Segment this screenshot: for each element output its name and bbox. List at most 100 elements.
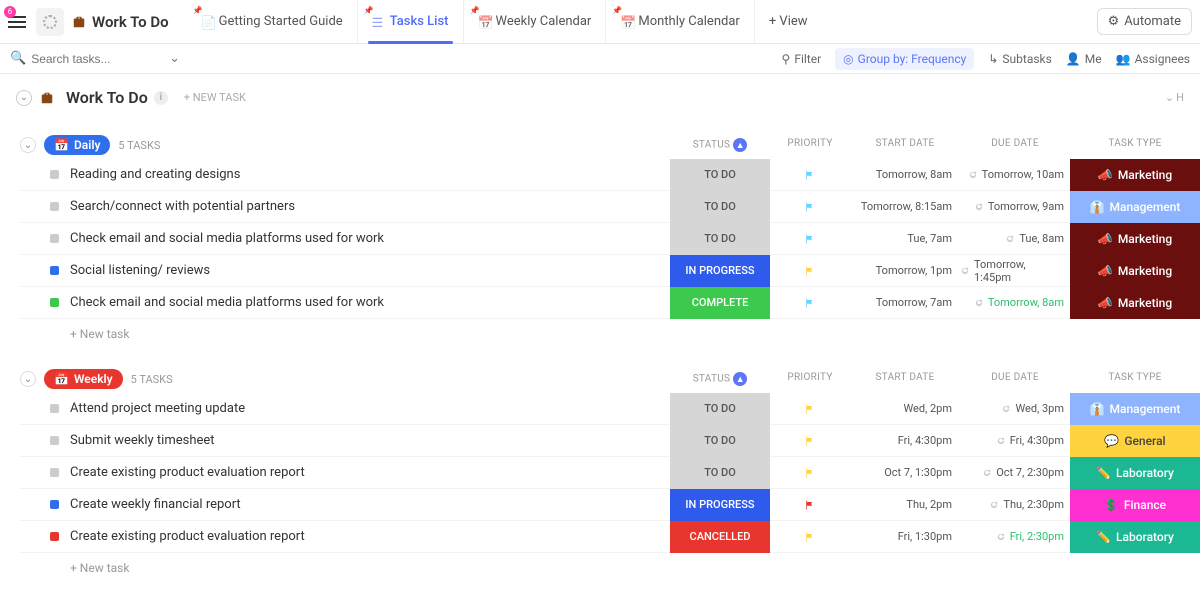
task-name[interactable]: Submit weekly timesheet	[70, 433, 670, 448]
status-pill[interactable]: CANCELLED	[670, 521, 770, 553]
task-type-pill[interactable]: 📣Marketing	[1070, 255, 1200, 287]
task-row[interactable]: Social listening/ reviewsIN PROGRESS Tomo…	[20, 255, 1200, 287]
task-type-pill[interactable]: 👔Management	[1070, 393, 1200, 425]
view-tab-getting-started-guide[interactable]: 📌📄Getting Started Guide	[187, 0, 358, 44]
start-date[interactable]: Tomorrow, 8am	[850, 168, 960, 181]
due-date[interactable]: Fri, 4:30pm	[960, 434, 1070, 447]
hide-columns-button[interactable]: ⌄ H	[1165, 91, 1184, 104]
search-box[interactable]: 🔍 ⌄	[10, 51, 180, 66]
task-name[interactable]: Check email and social media platforms u…	[70, 231, 670, 246]
due-date[interactable]: Oct 7, 2:30pm	[960, 466, 1070, 479]
task-row[interactable]: Attend project meeting updateTO DO Wed, 2…	[20, 393, 1200, 425]
status-pill[interactable]: TO DO	[670, 457, 770, 489]
task-type-pill[interactable]: ✏️Laboratory	[1070, 457, 1200, 489]
group-label[interactable]: 📅Daily	[44, 135, 110, 155]
due-date[interactable]: Wed, 3pm	[960, 402, 1070, 415]
due-date[interactable]: Tomorrow, 10am	[960, 168, 1070, 181]
task-name[interactable]: Create weekly financial report	[70, 497, 670, 512]
task-type-pill[interactable]: 👔Management	[1070, 191, 1200, 223]
new-task-row[interactable]: + New task	[20, 553, 1200, 575]
automate-button[interactable]: ⚙ Automate	[1097, 8, 1192, 35]
priority-cell[interactable]	[770, 467, 850, 479]
task-row[interactable]: Create existing product evaluation repor…	[20, 457, 1200, 489]
new-task-row[interactable]: + New task	[20, 319, 1200, 341]
status-pill[interactable]: TO DO	[670, 425, 770, 457]
task-name[interactable]: Attend project meeting update	[70, 401, 670, 416]
start-date[interactable]: Wed, 2pm	[850, 402, 960, 415]
due-date[interactable]: Thu, 2:30pm	[960, 498, 1070, 511]
priority-cell[interactable]	[770, 169, 850, 181]
priority-cell[interactable]	[770, 201, 850, 213]
due-date[interactable]: Tue, 8am	[960, 232, 1070, 245]
priority-cell[interactable]	[770, 499, 850, 511]
start-date[interactable]: Fri, 4:30pm	[850, 434, 960, 447]
chevron-down-icon[interactable]: ⌄	[169, 51, 180, 66]
start-date[interactable]: Tomorrow, 8:15am	[850, 200, 960, 213]
col-start[interactable]: START DATE	[850, 372, 960, 386]
status-pill[interactable]: TO DO	[670, 393, 770, 425]
add-view-button[interactable]: + View	[755, 0, 822, 44]
task-row[interactable]: Reading and creating designsTO DOTomorro…	[20, 159, 1200, 191]
task-name[interactable]: Create existing product evaluation repor…	[70, 529, 670, 544]
task-name[interactable]: Check email and social media platforms u…	[70, 295, 670, 310]
status-pill[interactable]: TO DO	[670, 159, 770, 191]
priority-cell[interactable]	[770, 403, 850, 415]
menu-button[interactable]: 6	[8, 10, 32, 34]
info-icon[interactable]: i	[154, 91, 168, 105]
group-label[interactable]: 📅Weekly	[44, 369, 123, 389]
assignees-button[interactable]: 👥Assignees	[1116, 52, 1190, 66]
task-type-pill[interactable]: 💲Finance	[1070, 489, 1200, 521]
status-pill[interactable]: COMPLETE	[670, 287, 770, 319]
group-by-button[interactable]: ◎Group by: Frequency	[835, 48, 974, 70]
col-status[interactable]: STATUS▲	[670, 372, 770, 386]
collapse-all-button[interactable]: ⌄	[16, 90, 32, 106]
col-priority[interactable]: PRIORITY	[770, 372, 850, 386]
status-pill[interactable]: IN PROGRESS	[670, 489, 770, 521]
task-type-pill[interactable]: 📣Marketing	[1070, 159, 1200, 191]
task-type-pill[interactable]: 📣Marketing	[1070, 287, 1200, 319]
priority-cell[interactable]	[770, 233, 850, 245]
priority-cell[interactable]	[770, 265, 850, 277]
start-date[interactable]: Tue, 7am	[850, 232, 960, 245]
task-type-pill[interactable]: 📣Marketing	[1070, 223, 1200, 255]
status-pill[interactable]: IN PROGRESS	[670, 255, 770, 287]
start-date[interactable]: Oct 7, 1:30pm	[850, 466, 960, 479]
col-start[interactable]: START DATE	[850, 138, 960, 152]
priority-cell[interactable]	[770, 531, 850, 543]
due-date[interactable]: Tomorrow, 9am	[960, 200, 1070, 213]
task-row[interactable]: Search/connect with potential partnersTO…	[20, 191, 1200, 223]
priority-cell[interactable]	[770, 297, 850, 309]
col-due[interactable]: DUE DATE	[960, 372, 1070, 386]
view-tab-monthly-calendar[interactable]: 📌📅Monthly Calendar	[606, 0, 754, 44]
task-row[interactable]: Check email and social media platforms u…	[20, 287, 1200, 319]
due-date[interactable]: Fri, 2:30pm	[960, 530, 1070, 543]
filter-button[interactable]: ⚲Filter	[782, 52, 822, 66]
task-name[interactable]: Search/connect with potential partners	[70, 199, 670, 214]
start-date[interactable]: Fri, 1:30pm	[850, 530, 960, 543]
task-row[interactable]: Submit weekly timesheetTO DO Fri, 4:30pmF…	[20, 425, 1200, 457]
start-date[interactable]: Thu, 2pm	[850, 498, 960, 511]
collapse-group-button[interactable]: ⌄	[20, 137, 36, 153]
view-tab-tasks-list[interactable]: 📌☰Tasks List	[358, 0, 464, 44]
me-button[interactable]: 👤Me	[1066, 52, 1102, 66]
task-name[interactable]: Create existing product evaluation repor…	[70, 465, 670, 480]
status-pill[interactable]: TO DO	[670, 223, 770, 255]
start-date[interactable]: Tomorrow, 7am	[850, 296, 960, 309]
task-name[interactable]: Social listening/ reviews	[70, 263, 670, 278]
search-input[interactable]	[31, 52, 151, 66]
col-priority[interactable]: PRIORITY	[770, 138, 850, 152]
due-date[interactable]: Tomorrow, 8am	[960, 296, 1070, 309]
task-row[interactable]: Check email and social media platforms u…	[20, 223, 1200, 255]
start-date[interactable]: Tomorrow, 1pm	[850, 264, 960, 277]
task-row[interactable]: Create existing product evaluation repor…	[20, 521, 1200, 553]
col-type[interactable]: TASK TYPE	[1070, 138, 1200, 152]
col-due[interactable]: DUE DATE	[960, 138, 1070, 152]
col-type[interactable]: TASK TYPE	[1070, 372, 1200, 386]
col-status[interactable]: STATUS▲	[670, 138, 770, 152]
subtasks-button[interactable]: ↳Subtasks	[988, 52, 1051, 66]
new-task-button[interactable]: + NEW TASK	[184, 91, 246, 104]
priority-cell[interactable]	[770, 435, 850, 447]
task-row[interactable]: Create weekly financial reportIN PROGRES…	[20, 489, 1200, 521]
task-type-pill[interactable]: 💬General	[1070, 425, 1200, 457]
view-tab-weekly-calendar[interactable]: 📌📅Weekly Calendar	[464, 0, 607, 44]
